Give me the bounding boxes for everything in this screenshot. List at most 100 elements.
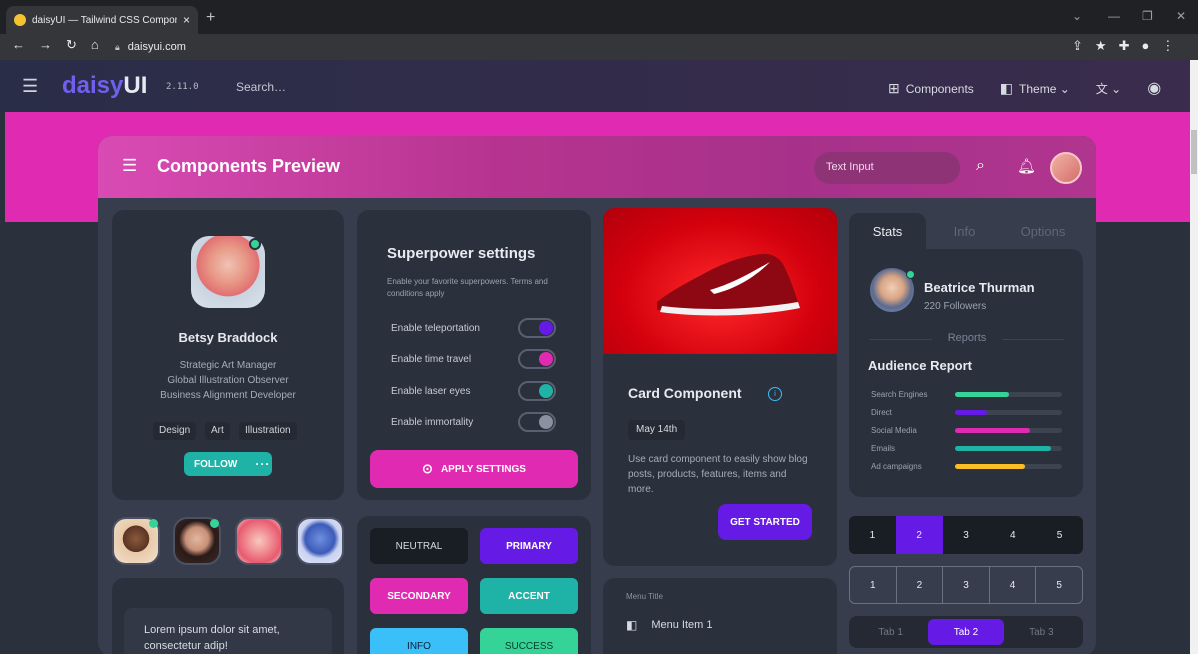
page-button[interactable]: 4	[989, 516, 1036, 554]
progress-track	[955, 428, 1062, 433]
progress-fill	[955, 410, 988, 415]
progress-track	[955, 464, 1062, 469]
get-started-button[interactable]: GET STARTED	[718, 504, 812, 540]
maximize-icon[interactable]: ❐	[1142, 9, 1153, 23]
settings-title: Superpower settings	[387, 245, 536, 262]
tag-badge: Illustration	[239, 422, 297, 440]
bar-label: Search Engines	[871, 390, 928, 399]
progress-fill	[955, 446, 1052, 451]
more-icon[interactable]: ···	[255, 457, 270, 471]
theme-menu[interactable]: ◧ Theme ⌄	[1000, 80, 1070, 97]
info-icon[interactable]: i	[768, 387, 782, 401]
profile-icon[interactable]: ●	[1141, 38, 1149, 54]
immortality-toggle[interactable]	[518, 412, 556, 432]
url-text: daisyui.com	[127, 41, 186, 53]
profile-role: Business Alignment Developer	[160, 390, 296, 401]
logo-text-a: daisy	[62, 72, 124, 99]
translate-icon: 文	[1095, 81, 1108, 96]
menu-card	[603, 578, 837, 654]
theme-label: Theme	[1019, 81, 1057, 96]
avatar[interactable]	[1050, 152, 1082, 184]
components-menu[interactable]: ⊞ Components	[888, 80, 974, 97]
page-button[interactable]: 3	[943, 567, 990, 603]
shoe-image	[657, 253, 800, 316]
kebab-menu-icon[interactable]: ⋮	[1161, 38, 1174, 54]
tab-stats[interactable]: Stats	[849, 213, 926, 249]
progress-fill	[955, 428, 1030, 433]
home-icon[interactable]: ⌂	[91, 37, 99, 53]
avatar[interactable]	[296, 517, 344, 565]
menu-title: Menu Title	[626, 592, 663, 601]
page-button[interactable]: 4	[990, 567, 1037, 603]
page-button[interactable]: 1	[850, 567, 897, 603]
pagination: 12345	[849, 516, 1083, 554]
browser-window: daisyUI — Tailwind CSS Compon… × + ⌄ — ❐…	[0, 0, 1198, 654]
apply-settings-button[interactable]: ⊙ APPLY SETTINGS	[370, 450, 578, 488]
menu-item[interactable]: ◧ Menu Item 1	[626, 618, 712, 632]
reload-icon[interactable]: ↻	[66, 37, 77, 53]
teleportation-toggle[interactable]	[518, 318, 556, 338]
preview-menu-icon[interactable]: ☰	[122, 156, 137, 176]
page-button[interactable]: 3	[943, 516, 990, 554]
text-input[interactable]: Text Input	[814, 152, 960, 184]
page-button[interactable]: 2	[895, 516, 943, 554]
search-icon[interactable]: ⌕	[976, 157, 985, 175]
daisyui-logo[interactable]: daisyUI	[62, 72, 147, 100]
follow-button[interactable]: FOLLOW ···	[184, 452, 272, 476]
info-button[interactable]: INFO	[370, 628, 468, 654]
browser-tab[interactable]: daisyUI — Tailwind CSS Compon… ×	[6, 6, 198, 34]
scrollbar-thumb[interactable]	[1191, 130, 1197, 174]
chevron-down-icon[interactable]: ⌄	[1072, 9, 1082, 23]
page-button[interactable]: 1	[849, 516, 896, 554]
url-field[interactable]: 🔒︎ daisyui.com	[115, 38, 186, 56]
pagination-outline: 12345	[849, 566, 1083, 604]
time-travel-toggle[interactable]	[518, 349, 556, 369]
bar-label: Ad campaigns	[871, 462, 922, 471]
forward-arrow-icon[interactable]: →	[39, 37, 52, 53]
page-button[interactable]: 5	[1036, 516, 1083, 554]
hamburger-menu-icon[interactable]: ☰	[22, 76, 38, 97]
primary-button[interactable]: PRIMARY	[480, 528, 578, 564]
neutral-button[interactable]: NEUTRAL	[370, 528, 468, 564]
tab-options[interactable]: Options	[1003, 213, 1083, 249]
chat-bubble: Lorem ipsum dolor sit amet, consectetur …	[124, 608, 332, 654]
minimize-icon[interactable]: —	[1108, 9, 1120, 23]
card-title: Card Component	[628, 385, 742, 401]
page-button[interactable]: 5	[1036, 567, 1082, 603]
online-status-dot	[906, 270, 915, 279]
toggle-knob	[539, 415, 553, 429]
laser-eyes-toggle[interactable]	[518, 381, 556, 401]
bell-icon[interactable]: 🔔︎	[1017, 157, 1036, 175]
close-window-icon[interactable]: ✕	[1176, 9, 1186, 23]
back-arrow-icon[interactable]: ←	[12, 37, 25, 53]
github-icon[interactable]: ◉	[1147, 78, 1161, 98]
success-button[interactable]: SUCCESS	[480, 628, 578, 654]
secondary-button[interactable]: SECONDARY	[370, 578, 468, 614]
progress-track	[955, 446, 1062, 451]
bar-label: Direct	[871, 408, 892, 417]
close-tab-icon[interactable]: ×	[183, 13, 190, 27]
chevron-down-icon: ⌄	[1111, 81, 1122, 96]
share-icon[interactable]: ⇪	[1072, 38, 1083, 54]
toggle-knob	[539, 384, 553, 398]
menu-item-label: Menu Item 1	[651, 619, 713, 631]
star-icon[interactable]: ★	[1095, 38, 1107, 54]
extensions-icon[interactable]: ✚	[1119, 38, 1130, 54]
progress-track	[955, 410, 1062, 415]
palette-icon: ◧	[626, 618, 638, 632]
tab-info[interactable]: Info	[926, 213, 1003, 249]
bar-label: Social Media	[871, 426, 917, 435]
new-tab-button[interactable]: +	[206, 9, 215, 27]
tab-button[interactable]: Tab 3	[1004, 619, 1079, 645]
language-menu[interactable]: 文 ⌄	[1096, 80, 1121, 97]
accent-button[interactable]: ACCENT	[480, 578, 578, 614]
palette-icon: ◧	[999, 79, 1014, 96]
date-badge: May 14th	[628, 420, 686, 440]
check-circle-icon: ⊙	[422, 461, 433, 476]
tab-button[interactable]: Tab 2	[928, 619, 1004, 645]
page-button[interactable]: 2	[897, 567, 944, 603]
avatar[interactable]	[235, 517, 283, 565]
search-input[interactable]: Search…	[236, 80, 286, 94]
progress-track	[955, 392, 1062, 397]
tab-button[interactable]: Tab 1	[853, 619, 928, 645]
